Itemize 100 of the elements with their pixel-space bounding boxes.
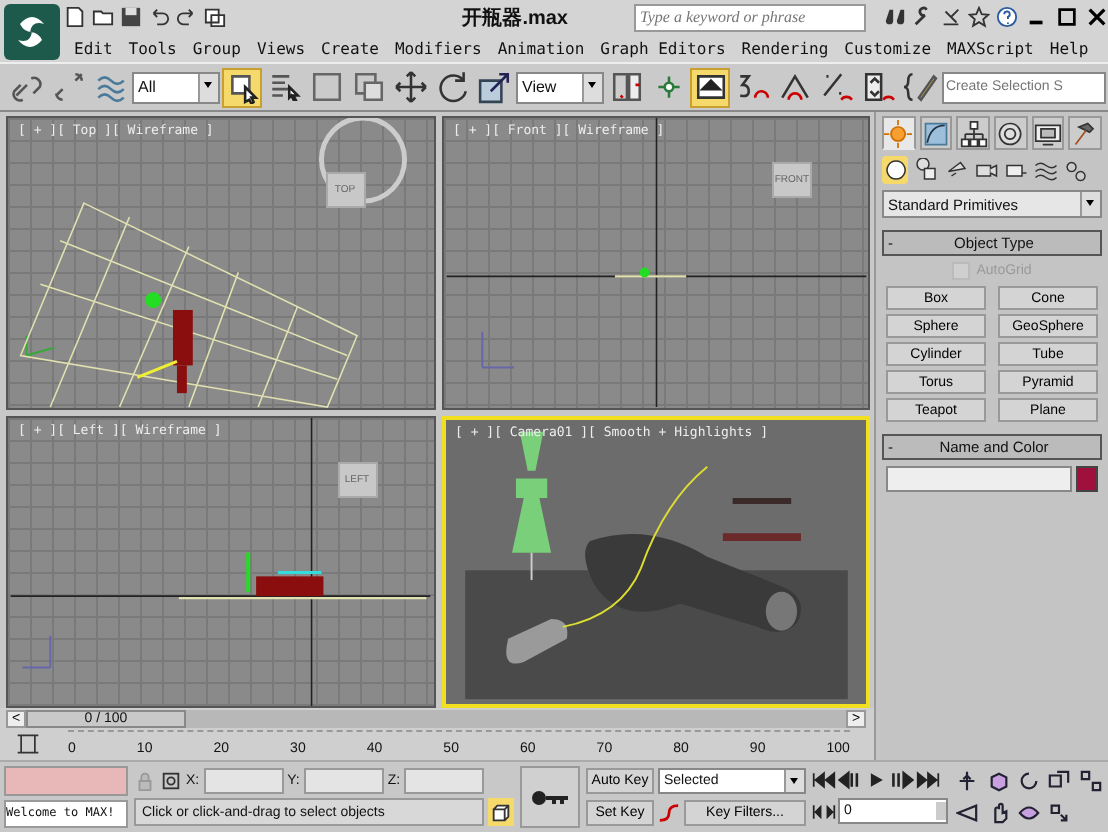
bottle-drawing (256, 569, 324, 596)
menu-item[interactable]: Edit (74, 39, 113, 57)
axis-gizmo-icon (21, 633, 52, 668)
lever-arm-drawing (721, 497, 800, 541)
viewcube-ring-icon (318, 118, 408, 204)
menu-item[interactable]: Modifiers (394, 39, 482, 57)
go-to-start-icon[interactable] (812, 769, 836, 789)
scale-icon (477, 70, 511, 104)
cork-drawing (505, 618, 567, 663)
hierarchy-icon (959, 119, 988, 147)
cube-icon (490, 801, 512, 823)
move-gizmo-icon (246, 551, 251, 592)
lamp-icon (943, 158, 967, 182)
spinner-snap-icon (861, 70, 895, 104)
axis-gizmo-icon (25, 334, 56, 357)
close-icon[interactable] (1086, 6, 1108, 28)
search-field[interactable]: Type a keyword or phrase (634, 3, 866, 31)
maximize-icon[interactable] (1056, 6, 1078, 28)
light-icon (638, 267, 649, 278)
angle-snap-icon (777, 70, 811, 104)
zoom-extents-icon[interactable] (1048, 769, 1071, 792)
project-folder-icon[interactable] (204, 6, 226, 28)
category-button[interactable] (1062, 156, 1088, 184)
binoculars-icon[interactable] (884, 6, 906, 28)
color-swatch[interactable] (1076, 466, 1098, 492)
panel-tab[interactable] (956, 116, 991, 150)
dropdown[interactable]: All (132, 71, 220, 103)
folder-icon[interactable] (92, 6, 114, 28)
cone-icon[interactable] (956, 802, 979, 825)
menu-item[interactable]: Create (321, 39, 379, 57)
maximize-viewport-icon[interactable] (1048, 802, 1071, 825)
snap-icon (735, 70, 769, 104)
toolbar-button[interactable] (900, 67, 940, 107)
save-icon[interactable] (120, 6, 142, 28)
category-button[interactable] (1032, 156, 1058, 184)
percent-snap-icon (819, 70, 853, 104)
list-cursor-icon (267, 70, 301, 104)
pivot-icon (609, 70, 643, 104)
star-icon[interactable] (968, 6, 990, 28)
hammer-icon (1071, 119, 1100, 147)
category-button[interactable] (882, 156, 908, 184)
box-icon[interactable] (987, 769, 1010, 792)
set-key-button[interactable] (520, 766, 580, 828)
sphere-icon (883, 158, 907, 182)
app-logo-icon[interactable] (0, 0, 64, 62)
undo-icon[interactable] (148, 6, 170, 28)
axis-gizmo-icon (480, 330, 514, 369)
toolbar-button[interactable] (474, 67, 514, 107)
curve-icon (922, 119, 950, 147)
panel-tab[interactable] (994, 116, 1028, 150)
object-name-field[interactable] (886, 466, 1072, 492)
previous-frame-icon[interactable] (838, 769, 862, 789)
next-frame-icon[interactable] (890, 769, 914, 789)
sun-icon (884, 119, 913, 147)
go-to-end-icon[interactable] (916, 769, 940, 789)
key-mode-icon[interactable] (812, 801, 836, 821)
menu-item[interactable]: Graph Editors (600, 39, 726, 57)
coordinate-field[interactable] (303, 767, 384, 793)
panel-tab[interactable] (919, 116, 953, 150)
menu-item[interactable]: Customize (844, 39, 932, 57)
toolbar-button[interactable] (222, 67, 262, 107)
wheel-icon (996, 119, 1025, 147)
menu-item[interactable]: Help (1049, 39, 1089, 57)
toolbar-button[interactable] (690, 67, 730, 107)
menu-item[interactable]: Views (256, 39, 306, 57)
eye-icon[interactable] (1017, 802, 1040, 825)
panel-tab[interactable] (1031, 116, 1065, 150)
zoom-icon[interactable] (956, 769, 979, 792)
menu-item[interactable]: Rendering (741, 39, 829, 57)
bottle-drawing (173, 310, 193, 394)
toolbar-button[interactable] (390, 67, 430, 107)
rotate-icon (435, 70, 469, 104)
script-listener-field[interactable] (4, 766, 128, 795)
wave-icon (93, 70, 127, 104)
menu-item[interactable]: Animation (497, 39, 585, 57)
waves-icon (1033, 158, 1057, 182)
isolate-toggle[interactable] (488, 798, 514, 826)
tangent-curve-icon[interactable] (658, 801, 680, 823)
move-arrows-icon (393, 70, 427, 104)
new-file-icon[interactable] (64, 6, 86, 28)
mini-curve-editor-icon[interactable] (16, 732, 40, 756)
redo-icon[interactable] (176, 6, 198, 28)
window-title: 开瓶器.max (462, 5, 568, 31)
target-icon[interactable] (160, 769, 182, 791)
gears-icon (1063, 158, 1087, 182)
dropdown[interactable]: View (516, 71, 604, 103)
category-button[interactable] (912, 156, 938, 184)
coordinate-field[interactable] (404, 767, 485, 793)
panel-tab[interactable] (1068, 116, 1103, 150)
menu-item[interactable]: Tools (128, 39, 177, 57)
menu-item[interactable]: MAXScript (947, 39, 1034, 57)
overlap-squares-icon (351, 70, 385, 104)
coordinate-field[interactable] (203, 767, 284, 793)
orbit-icon[interactable] (1017, 769, 1040, 792)
menu-item[interactable]: Group (192, 39, 241, 57)
cursor-icon (225, 70, 259, 104)
light-icon (145, 292, 162, 309)
ground-line (613, 275, 686, 278)
help-icon[interactable] (996, 6, 1018, 28)
grid-icon[interactable] (1079, 769, 1102, 792)
